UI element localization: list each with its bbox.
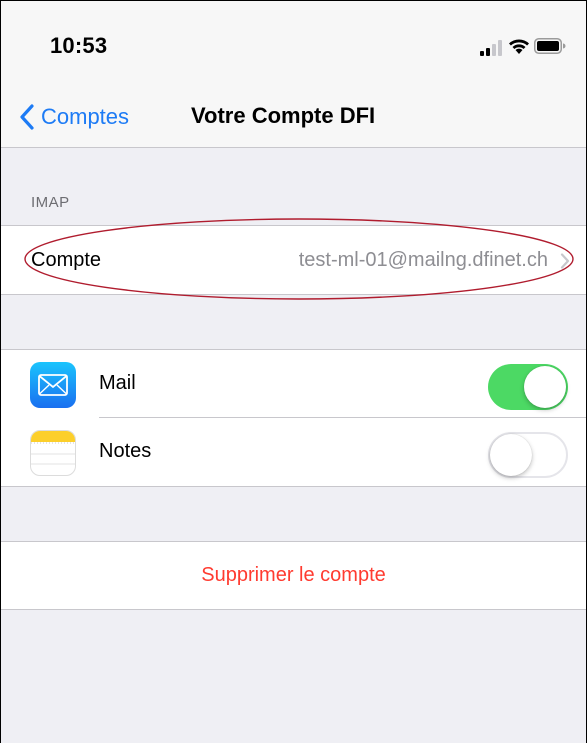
notes-toggle[interactable] [488,432,568,478]
app-row-mail: Mail [1,350,586,418]
wifi-icon [509,39,529,54]
account-label: Compte [31,249,102,271]
notes-icon [30,430,76,476]
account-email: test-ml-01@mailng.dfinet.ch [298,249,548,271]
section-header-imap: IMAP [31,194,70,211]
navigation-bar: Comptes Votre Compte DFI [1,89,586,148]
toggle-knob [490,434,532,476]
delete-account-button[interactable]: Supprimer le compte [1,542,586,609]
status-time: 10:53 [50,33,108,58]
mail-toggle[interactable] [488,364,568,410]
toggle-knob [524,366,566,408]
back-button-label: Comptes [41,104,130,129]
back-button[interactable]: Comptes [19,99,129,135]
app-label-notes: Notes [99,440,152,462]
chevron-left-icon [20,104,34,130]
battery-icon [534,38,566,54]
delete-group: Supprimer le compte [1,541,586,610]
status-bar: 10:53 [1,1,586,89]
apps-group: Mail Notes [1,349,586,487]
phone-screen: 10:53 Comptes Votre Compte DFI IMAP Comp… [0,0,587,743]
signal-icon [480,40,502,56]
page-title: Votre Compte DFI [191,103,376,128]
app-row-notes: Notes [1,418,586,486]
account-row[interactable]: Compte test-ml-01@mailng.dfinet.ch [1,225,586,295]
chevron-right-icon [560,253,570,269]
app-label-mail: Mail [99,372,136,394]
mail-icon [30,362,76,408]
